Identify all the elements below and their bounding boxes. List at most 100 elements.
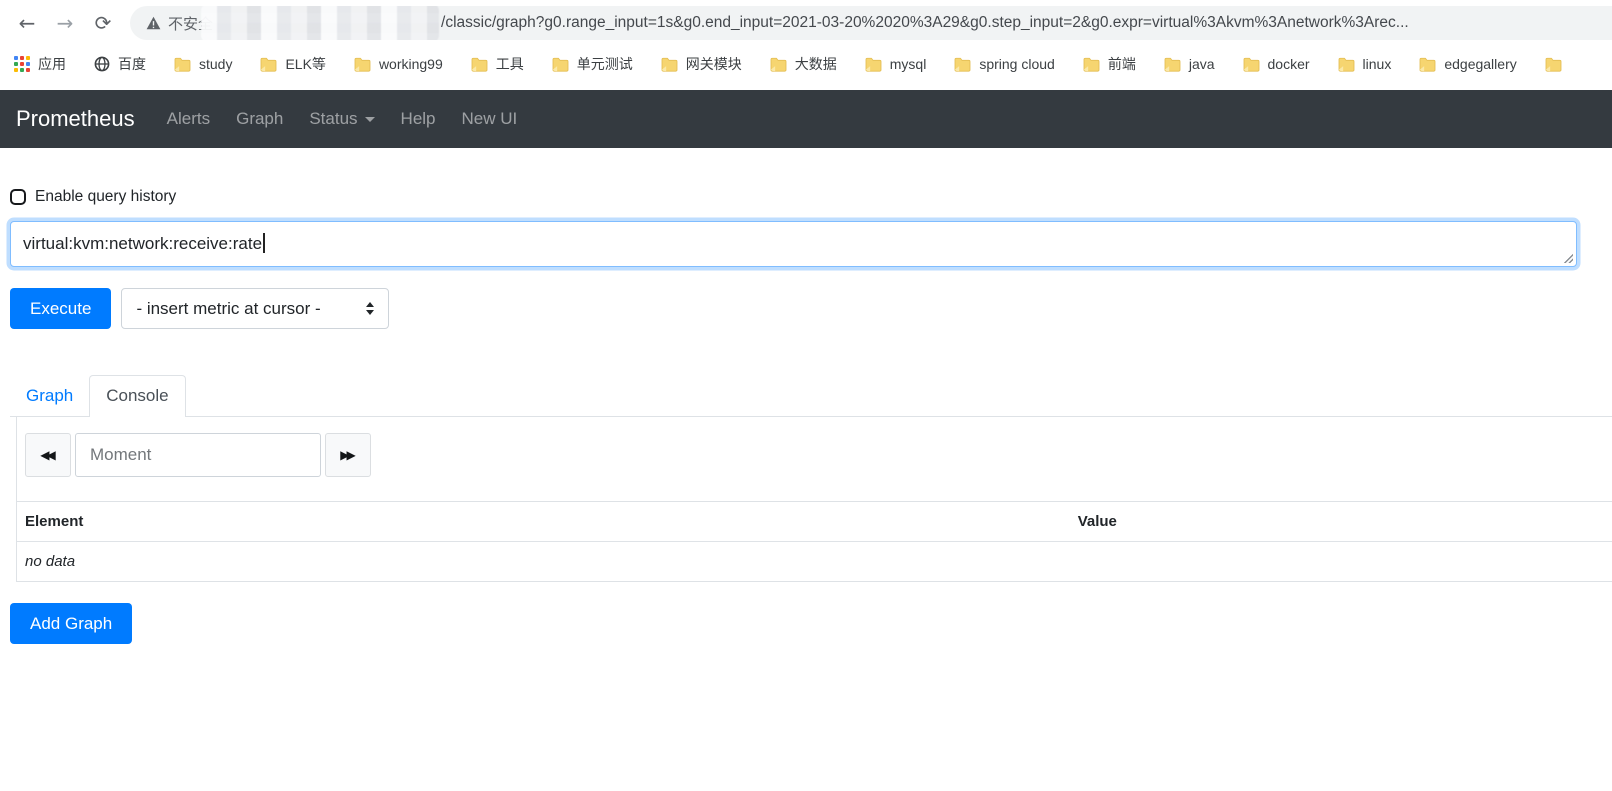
nav-graph[interactable]: Graph bbox=[236, 109, 283, 129]
chevron-down-icon bbox=[364, 116, 375, 122]
folder-icon bbox=[1338, 57, 1355, 72]
execute-button[interactable]: Execute bbox=[10, 288, 112, 329]
bookmark-item[interactable]: 前端 bbox=[1083, 54, 1136, 74]
table-header-row: Element Value bbox=[17, 501, 1612, 542]
bookmark-item[interactable]: 单元测试 bbox=[552, 54, 633, 74]
apps-grid-icon bbox=[14, 56, 30, 72]
bookmark-label: edgegallery bbox=[1444, 56, 1517, 72]
folder-icon bbox=[770, 57, 787, 72]
bookmark-label: spring cloud bbox=[979, 56, 1055, 72]
table-row: no data bbox=[17, 541, 1612, 582]
bookmark-item[interactable]: working99 bbox=[354, 56, 443, 72]
bookmark-item[interactable]: 百度 bbox=[94, 54, 146, 74]
bookmark-label: 前端 bbox=[1107, 56, 1136, 72]
globe-icon bbox=[94, 56, 110, 72]
forward-icon[interactable]: → bbox=[46, 11, 84, 35]
folder-icon bbox=[471, 57, 488, 72]
nav-alerts[interactable]: Alerts bbox=[167, 109, 210, 129]
bookmark-label: ELK等 bbox=[285, 56, 326, 72]
bookmark-label: working99 bbox=[378, 56, 443, 72]
prometheus-brand[interactable]: Prometheus bbox=[16, 106, 135, 132]
censored-host-blur bbox=[201, 6, 440, 40]
url-path: /classic/graph?g0.range_input=1s&g0.end_… bbox=[441, 14, 1409, 31]
bookmark-label: mysql bbox=[889, 56, 927, 72]
folder-icon bbox=[1243, 57, 1260, 72]
bookmark-item[interactable]: 工具 bbox=[471, 54, 524, 74]
bookmark-item[interactable]: linux bbox=[1338, 56, 1392, 72]
element-column-header: Element bbox=[17, 501, 1070, 542]
no-data-cell: no data bbox=[17, 541, 1070, 582]
folder-icon bbox=[1545, 57, 1562, 72]
bookmark-label: linux bbox=[1362, 56, 1392, 72]
bookmark-label: 单元测试 bbox=[576, 56, 633, 72]
bookmark-item-partial[interactable] bbox=[1545, 57, 1562, 72]
bookmark-item[interactable]: mysql bbox=[865, 56, 927, 72]
folder-icon bbox=[260, 57, 277, 72]
folder-icon bbox=[1083, 57, 1100, 72]
nav-help[interactable]: Help bbox=[401, 109, 436, 129]
bookmarks-bar: 应用 百度 study ELK等 working99 工具 单元测试 网关模块 … bbox=[0, 46, 1612, 82]
result-tab-bar: Graph Console bbox=[10, 375, 1612, 417]
step-backward-button[interactable]: ◀◀ bbox=[25, 433, 71, 477]
query-expression-input[interactable]: virtual:kvm:network:receive:rate bbox=[10, 221, 1577, 267]
bookmark-item[interactable]: 网关模块 bbox=[661, 54, 742, 74]
enable-query-history-label: Enable query history bbox=[35, 188, 177, 205]
text-cursor bbox=[263, 233, 265, 253]
bookmark-item[interactable]: study bbox=[174, 56, 232, 72]
tab-graph[interactable]: Graph bbox=[10, 376, 89, 416]
folder-icon bbox=[661, 57, 678, 72]
not-secure-warning-icon bbox=[146, 16, 161, 30]
folder-icon bbox=[865, 57, 882, 72]
bookmark-label: 网关模块 bbox=[685, 56, 742, 72]
bookmark-item[interactable]: edgegallery bbox=[1419, 56, 1517, 72]
back-icon[interactable]: ← bbox=[8, 11, 46, 35]
bookmark-label: 大数据 bbox=[794, 56, 837, 72]
moment-controls: ◀◀ ▶▶ bbox=[25, 433, 1612, 477]
bookmark-item[interactable]: spring cloud bbox=[954, 56, 1055, 72]
folder-icon bbox=[354, 57, 371, 72]
nav-status-label: Status bbox=[309, 109, 358, 128]
step-forward-button[interactable]: ▶▶ bbox=[325, 433, 371, 477]
query-history-row: Enable query history bbox=[10, 188, 1602, 206]
main-content: Enable query history virtual:kvm:network… bbox=[0, 148, 1612, 644]
browser-toolbar: ← → ⟳ 不安全 /classic/graph?g0.range_input=… bbox=[0, 0, 1612, 46]
console-panel: ◀◀ ▶▶ Element Value no data bbox=[16, 417, 1612, 582]
moment-input[interactable] bbox=[75, 433, 321, 477]
bookmark-label: docker bbox=[1267, 56, 1310, 72]
empty-value-cell bbox=[1069, 541, 1612, 582]
insert-metric-select[interactable]: - insert metric at cursor - bbox=[121, 288, 390, 329]
folder-icon bbox=[1164, 57, 1181, 72]
folder-icon bbox=[1419, 57, 1436, 72]
insert-metric-value: - insert metric at cursor - bbox=[136, 298, 321, 318]
bookmark-label: 工具 bbox=[495, 56, 524, 72]
nav-new-ui[interactable]: New UI bbox=[462, 109, 518, 129]
fast-forward-icon: ▶▶ bbox=[340, 448, 356, 462]
value-column-header: Value bbox=[1069, 501, 1612, 542]
bookmark-item[interactable]: ELK等 bbox=[260, 54, 326, 74]
query-expression-text: virtual:kvm:network:receive:rate bbox=[23, 234, 263, 253]
bookmark-label: 百度 bbox=[118, 56, 146, 72]
bookmark-item[interactable]: docker bbox=[1243, 56, 1310, 72]
bookmark-label: study bbox=[199, 56, 233, 72]
address-bar[interactable]: 不安全 /classic/graph?g0.range_input=1s&g0.… bbox=[130, 6, 1612, 40]
folder-icon bbox=[954, 57, 971, 72]
nav-status[interactable]: Status bbox=[309, 109, 375, 129]
add-graph-button[interactable]: Add Graph bbox=[10, 603, 133, 644]
bookmark-item[interactable]: java bbox=[1164, 56, 1215, 72]
folder-icon bbox=[552, 57, 569, 72]
enable-query-history-checkbox[interactable] bbox=[10, 189, 26, 205]
reload-icon[interactable]: ⟳ bbox=[84, 11, 122, 35]
folder-icon bbox=[174, 57, 191, 72]
resize-grip[interactable] bbox=[1562, 252, 1573, 263]
rewind-icon: ◀◀ bbox=[40, 448, 56, 462]
select-stepper-icon bbox=[366, 302, 375, 315]
bookmark-label: 应用 bbox=[38, 56, 66, 72]
prometheus-navbar: Prometheus Alerts Graph Status Help New … bbox=[0, 90, 1612, 148]
chrome-divider bbox=[0, 82, 1612, 90]
bookmark-item[interactable]: 大数据 bbox=[770, 54, 837, 74]
bookmark-label: java bbox=[1188, 56, 1215, 72]
tab-console[interactable]: Console bbox=[89, 375, 186, 417]
query-actions-row: Execute - insert metric at cursor - bbox=[10, 288, 1602, 329]
bookmark-apps[interactable]: 应用 bbox=[14, 54, 66, 74]
console-result-table: Element Value no data bbox=[17, 501, 1612, 582]
